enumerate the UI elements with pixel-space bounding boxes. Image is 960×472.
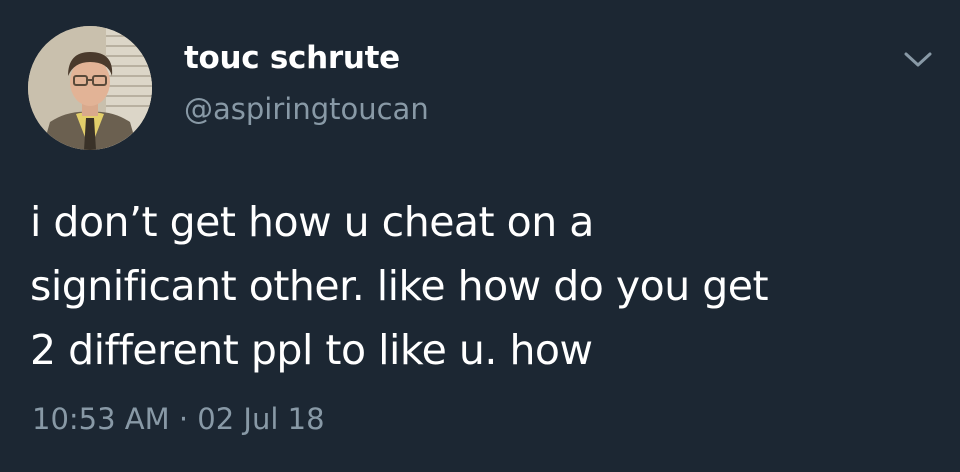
avatar[interactable] bbox=[28, 26, 152, 150]
user-handle[interactable]: @aspiringtoucan bbox=[184, 92, 429, 126]
tweet-text-line: significant other. like how do you get bbox=[30, 262, 769, 310]
tweet-card: touc schrute @aspiringtoucan i don’t get… bbox=[0, 0, 960, 472]
tweet-text: i don’t get how u cheat on a significant… bbox=[30, 190, 930, 382]
tweet-text-line: i don’t get how u cheat on a bbox=[30, 198, 594, 246]
tweet-timestamp[interactable]: 10:53 AM · 02 Jul 18 bbox=[32, 402, 325, 436]
chevron-down-icon[interactable] bbox=[898, 40, 938, 80]
display-name[interactable]: touc schrute bbox=[184, 40, 400, 76]
tweet-text-line: 2 different ppl to like u. how bbox=[30, 326, 593, 374]
avatar-image bbox=[28, 26, 152, 150]
